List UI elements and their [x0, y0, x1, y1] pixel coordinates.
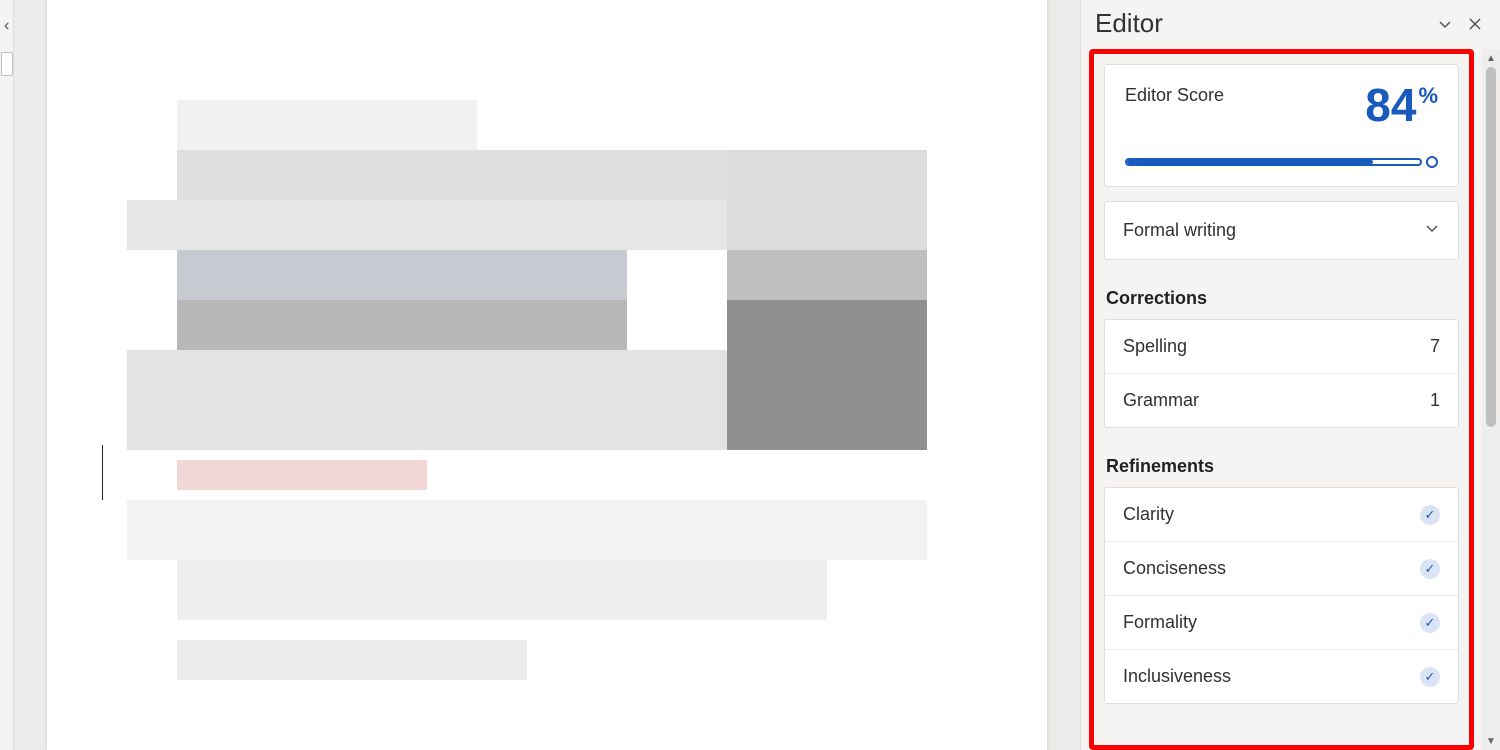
corrections-list: Spelling 7 Grammar 1	[1104, 319, 1459, 428]
writing-style-selected: Formal writing	[1123, 220, 1236, 241]
refinements-row-label: Clarity	[1123, 504, 1174, 525]
refinements-row-formality[interactable]: Formality ✓	[1105, 595, 1458, 649]
rail-control[interactable]	[1, 52, 13, 76]
score-progress-fill	[1127, 160, 1373, 164]
editor-highlight: Editor Score 84 %	[1089, 49, 1474, 750]
app-root: Editor Editor Score 84 %	[0, 0, 1500, 750]
text-cursor	[102, 445, 103, 500]
panel-close-button[interactable]	[1464, 13, 1486, 35]
editor-score-card[interactable]: Editor Score 84 %	[1104, 64, 1459, 187]
chevron-left-icon[interactable]	[2, 20, 12, 34]
panel-body: Editor Score 84 %	[1081, 49, 1500, 750]
refinements-row-label: Formality	[1123, 612, 1197, 633]
document-canvas	[14, 0, 1080, 750]
corrections-row-count: 1	[1430, 390, 1440, 411]
corrections-row-count: 7	[1430, 336, 1440, 357]
corrections-row-spelling[interactable]: Spelling 7	[1105, 320, 1458, 373]
chevron-down-icon	[1424, 220, 1440, 241]
left-rail	[0, 0, 14, 750]
panel-header: Editor	[1081, 0, 1500, 49]
editor-score-label: Editor Score	[1125, 85, 1224, 106]
refinements-row-label: Conciseness	[1123, 558, 1226, 579]
editor-panel: Editor Editor Score 84 %	[1080, 0, 1500, 750]
refinements-list: Clarity✓Conciseness✓Formality✓Inclusiven…	[1104, 487, 1459, 704]
corrections-row-label: Spelling	[1123, 336, 1187, 357]
corrections-row-label: Grammar	[1123, 390, 1199, 411]
scroll-down-button[interactable]: ▼	[1482, 732, 1500, 750]
check-icon: ✓	[1420, 613, 1440, 633]
scroll-thumb[interactable]	[1486, 67, 1496, 427]
panel-title: Editor	[1095, 8, 1426, 39]
corrections-heading: Corrections	[1106, 288, 1459, 309]
score-progress	[1125, 156, 1438, 168]
score-progress-end-icon	[1426, 156, 1438, 168]
refinements-row-clarity[interactable]: Clarity ✓	[1105, 488, 1458, 541]
document-page[interactable]	[47, 0, 1047, 750]
panel-collapse-button[interactable]	[1434, 13, 1456, 35]
score-number: 84	[1365, 85, 1416, 126]
check-icon: ✓	[1420, 667, 1440, 687]
check-icon: ✓	[1420, 505, 1440, 525]
refinements-heading: Refinements	[1106, 456, 1459, 477]
editor-score-value: 84 %	[1365, 85, 1438, 126]
corrections-row-grammar[interactable]: Grammar 1	[1105, 373, 1458, 427]
refinements-row-inclusiveness[interactable]: Inclusiveness ✓	[1105, 649, 1458, 703]
refinements-row-conciseness[interactable]: Conciseness ✓	[1105, 541, 1458, 595]
score-percent-symbol: %	[1418, 83, 1438, 109]
panel-scrollbar[interactable]: ▲ ▼	[1482, 49, 1500, 750]
writing-style-dropdown[interactable]: Formal writing	[1104, 201, 1459, 260]
check-icon: ✓	[1420, 559, 1440, 579]
scroll-up-button[interactable]: ▲	[1482, 49, 1500, 67]
refinements-row-label: Inclusiveness	[1123, 666, 1231, 687]
